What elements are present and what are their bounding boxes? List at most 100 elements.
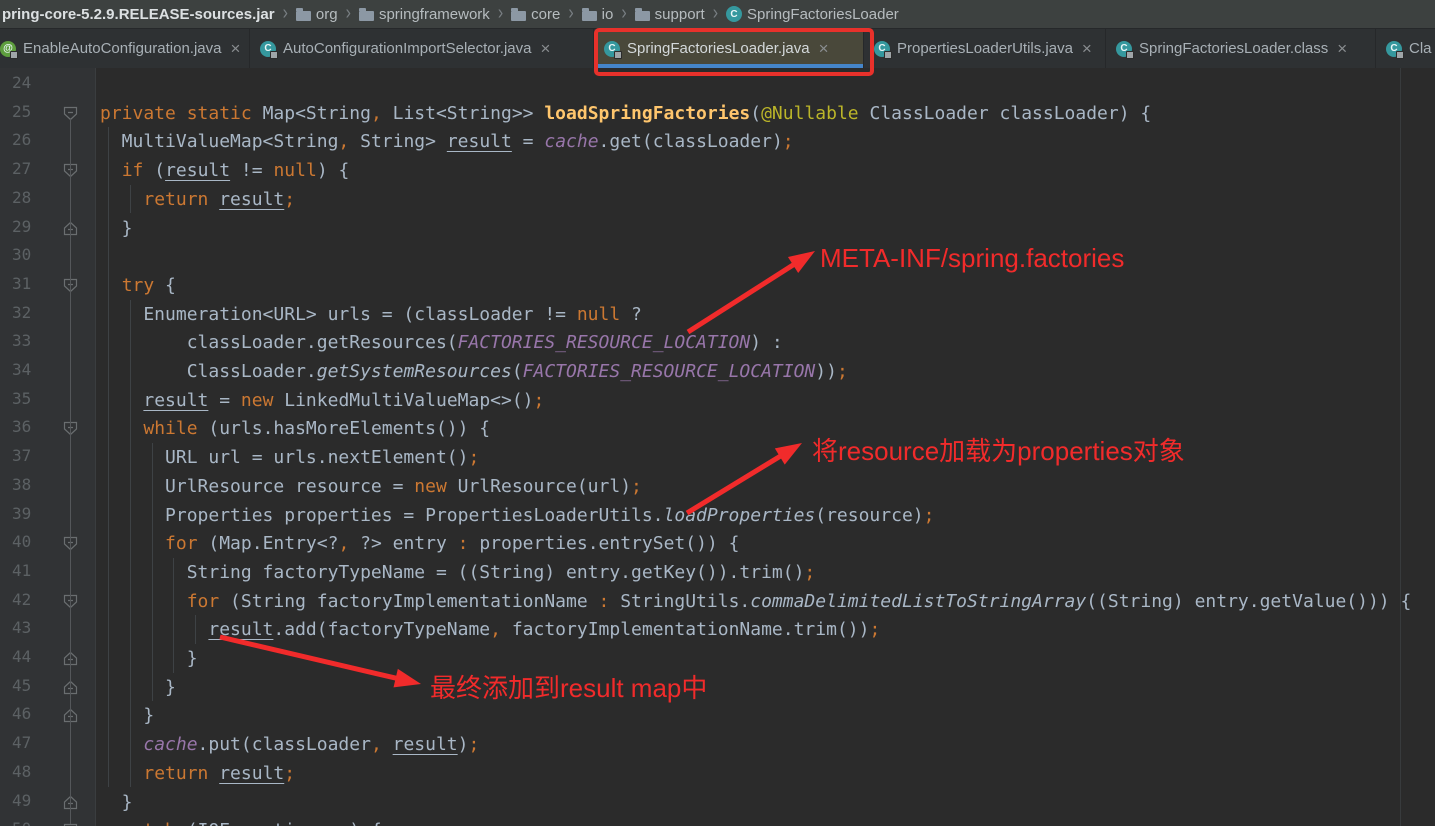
code-token: Properties properties = PropertiesLoader… [100,504,664,526]
code-line: try { [100,271,176,300]
code-line: String factoryTypeName = ((String) entry… [100,558,816,587]
folder-icon [511,7,527,21]
code-token: factoryImplementationName.trim()) [501,619,870,641]
code-token: ) : [750,332,783,354]
code-line: UrlResource resource = new UrlResource(u… [100,472,642,501]
code-token: return [143,188,220,210]
code-token: (urls.hasMoreElements()) { [197,418,491,440]
code-line-row: 47 cache.put(classLoader, result); [0,730,1435,759]
annotation-icon: @ [0,40,18,59]
tab-springfactoriesloader-java[interactable]: C SpringFactoriesLoader.java × [596,29,864,68]
breadcrumb-jar-name[interactable]: pring-core-5.2.9.RELEASE-sources.jar [2,6,275,23]
close-tab-icon[interactable]: × [1337,40,1347,57]
code-token: commaDelimitedListToStringArray [750,590,1087,612]
code-token: classLoader.getResources( [100,332,458,354]
code-token: MultiValueMap<String [100,131,339,153]
lock-badge-icon [10,50,18,59]
class-icon: C [260,40,278,59]
code-token: result [165,160,231,182]
code-token: while [143,418,198,440]
breadcrumb-item-support[interactable]: support [634,6,705,23]
indent-guide [130,299,131,788]
line-number: 25 [12,101,32,121]
line-number: 31 [12,273,32,293]
line-number: 44 [12,647,32,666]
code-token: new [414,475,447,497]
close-tab-icon[interactable]: × [1082,40,1092,57]
class-icon: C [1386,40,1404,59]
code-token: ClassLoader. [100,361,317,382]
code-token: FACTORIES_RESOURCE_LOCATION [522,361,816,382]
breadcrumb-item-label: core [531,5,561,23]
class-icon: C [874,40,892,59]
code-token: LinkedMultiValueMap<>() [273,389,534,411]
folder-icon [358,7,374,21]
code-token: ? [620,303,642,325]
code-editor[interactable]: 24 25 private static Map<String, List<Stri… [0,68,1435,826]
chevron-right-icon: › [497,2,504,24]
indent-guide [195,615,196,644]
tab-label: Cla [1409,40,1432,57]
line-number: 29 [12,216,32,236]
code-line-row: 37 URL url = urls.nextElement(); [0,443,1435,472]
code-line-row: 26 MultiValueMap<String, String> result … [0,127,1435,156]
line-number: 46 [12,704,32,724]
breadcrumb-item-springframework[interactable]: springframework [358,6,490,23]
code-token: FACTORIES_RESOURCE_LOCATION [457,332,751,354]
indent-guide [173,557,174,673]
code-line-row: 25 private static Map<String, List<String… [0,99,1435,128]
code-line-row: 44 } [0,644,1435,673]
close-tab-icon[interactable]: × [230,40,240,57]
lock-badge-icon [884,50,892,59]
breadcrumb: pring-core-5.2.9.RELEASE-sources.jar › or… [0,0,1435,29]
breadcrumb-item-springfactoriesloader[interactable]: C SpringFactoriesLoader [726,6,899,23]
breadcrumb-item-core[interactable]: core [511,6,560,23]
code-line-row: 46 } [0,701,1435,730]
code-token: : [457,533,469,555]
close-tab-icon[interactable]: × [819,40,829,57]
code-token: properties.entrySet()) { [468,533,740,555]
line-number: 43 [12,618,32,638]
code-line-row: 28 return result; [0,185,1435,214]
code-token: ( [511,361,523,382]
lock-badge-icon [270,50,278,59]
line-number: 35 [12,388,32,408]
code-token: result [219,762,285,784]
code-token: .put(classLoader [197,734,371,756]
code-token: result [143,389,209,411]
tab-cla[interactable]: C Cla [1378,29,1435,68]
code-token: .add(factoryTypeName [273,619,491,641]
lock-badge-icon [614,50,622,59]
code-line-row: 32 Enumeration<URL> urls = (classLoader … [0,300,1435,329]
line-number: 37 [12,446,32,466]
code-line: MultiValueMap<String, String> result = c… [100,127,794,156]
code-token: } [100,791,133,813]
code-token: new [240,389,274,411]
line-number: 47 [12,733,32,753]
code-token: @Nullable [761,102,859,124]
ide-window: pring-core-5.2.9.RELEASE-sources.jar › or… [0,0,1435,826]
code-token: return [143,762,220,784]
folder-icon [634,7,650,21]
tab-springfactoriesloader-class[interactable]: C SpringFactoriesLoader.class × [1108,29,1376,68]
tab-propertiesloaderutils-java[interactable]: C PropertiesLoaderUtils.java × [866,29,1106,68]
code-line: cache.put(classLoader, result); [100,730,479,759]
code-line: } [100,788,133,817]
tab-enableautoconfiguration-java[interactable]: @ EnableAutoConfiguration.java × [0,29,250,68]
code-token: ?> entry [349,533,458,555]
breadcrumb-item-io[interactable]: io [581,6,613,23]
line-number: 33 [12,331,32,351]
tab-autoconfigurationimportselector-java[interactable]: C AutoConfigurationImportSelector.java × [252,29,594,68]
code-token: result [392,734,458,756]
code-line-row: 31 try { [0,271,1435,300]
code-line-row: 36 while (urls.hasMoreElements()) { [0,414,1435,443]
code-line-row: 49 } [0,788,1435,817]
breadcrumb-item-org[interactable]: org [295,6,338,23]
code-line-row: 45 } [0,673,1435,702]
close-tab-icon[interactable]: × [540,40,550,57]
